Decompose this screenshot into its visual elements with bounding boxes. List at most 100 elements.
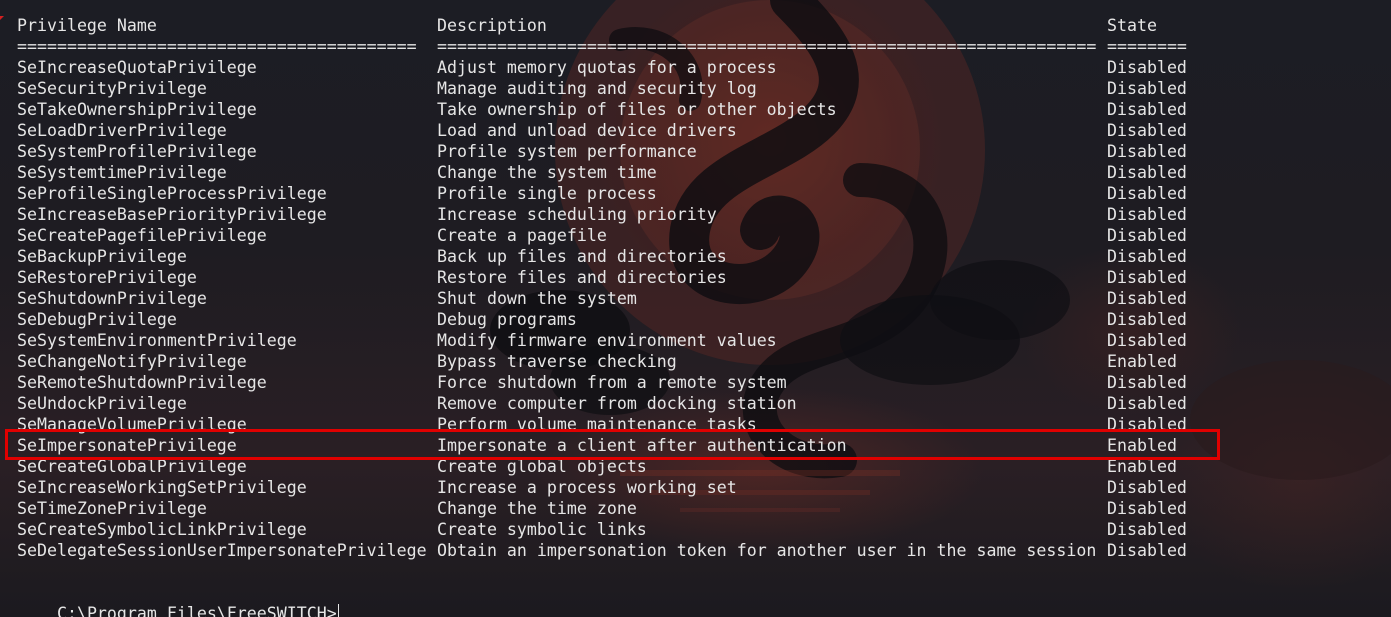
privilege-name: SeManageVolumePrivilege <box>17 415 247 434</box>
privilege-description: Create symbolic links <box>437 520 647 539</box>
corner-marker-icon <box>0 16 4 20</box>
privilege-name: SeDebugPrivilege <box>17 310 177 329</box>
privilege-description: Shut down the system <box>437 289 637 308</box>
table-row: SeCreateGlobalPrivilege Create global ob… <box>17 456 1177 477</box>
privilege-description: Create global objects <box>437 457 647 476</box>
privilege-state: Disabled <box>1107 331 1187 350</box>
privilege-state: Disabled <box>1107 394 1187 413</box>
privilege-state: Enabled <box>1107 352 1177 371</box>
privilege-name: SeBackupPrivilege <box>17 247 187 266</box>
privilege-name: SeLoadDriverPrivilege <box>17 121 227 140</box>
privilege-state: Enabled <box>1107 436 1177 455</box>
privilege-state: Disabled <box>1107 415 1187 434</box>
table-row: SeRemoteShutdownPrivilege Force shutdown… <box>17 372 1187 393</box>
privilege-state: Disabled <box>1107 163 1187 182</box>
header-state: State <box>1107 16 1157 35</box>
privilege-description: Profile single process <box>437 184 657 203</box>
privilege-name: SeCreateSymbolicLinkPrivilege <box>17 520 307 539</box>
privilege-description: Create a pagefile <box>437 226 607 245</box>
privilege-description: Debug programs <box>437 310 577 329</box>
command-prompt-line[interactable]: C:\Program Files\FreeSWITCH> <box>17 582 339 617</box>
table-row: SeDebugPrivilege Debug programs Disabled <box>17 309 1187 330</box>
privilege-state: Disabled <box>1107 268 1187 287</box>
privilege-description: Modify firmware environment values <box>437 331 777 350</box>
table-row: SeChangeNotifyPrivilege Bypass traverse … <box>17 351 1177 372</box>
table-row: SeProfileSingleProcessPrivilege Profile … <box>17 183 1187 204</box>
privilege-name: SeRemoteShutdownPrivilege <box>17 373 267 392</box>
table-row: SeRestorePrivilege Restore files and dir… <box>17 267 1187 288</box>
privilege-name: SeIncreaseWorkingSetPrivilege <box>17 478 307 497</box>
table-row: SeManageVolumePrivilege Perform volume m… <box>17 414 1187 435</box>
privilege-name: SeTakeOwnershipPrivilege <box>17 100 257 119</box>
privilege-description: Take ownership of files or other objects <box>437 100 837 119</box>
privilege-name: SeSystemtimePrivilege <box>17 163 227 182</box>
table-row: SeTimeZonePrivilege Change the time zone… <box>17 498 1187 519</box>
privilege-state: Disabled <box>1107 247 1187 266</box>
privilege-name: SeShutdownPrivilege <box>17 289 207 308</box>
table-row: SeDelegateSessionUserImpersonatePrivileg… <box>17 540 1187 561</box>
privilege-name: SeSecurityPrivilege <box>17 79 207 98</box>
separator-state: ======== <box>1107 37 1187 56</box>
table-row: SeBackupPrivilege Back up files and dire… <box>17 246 1187 267</box>
table-row: SeSystemtimePrivilege Change the system … <box>17 162 1187 183</box>
table-row: SeCreatePagefilePrivilege Create a pagef… <box>17 225 1187 246</box>
privilege-name: SeSystemEnvironmentPrivilege <box>17 331 297 350</box>
privilege-name: SeUndockPrivilege <box>17 394 187 413</box>
table-header-row: Privilege Name Description State <box>17 15 1157 36</box>
privilege-description: Manage auditing and security log <box>437 79 757 98</box>
privilege-state: Disabled <box>1107 79 1187 98</box>
table-row: SeLoadDriverPrivilege Load and unload de… <box>17 120 1187 141</box>
privilege-state: Disabled <box>1107 226 1187 245</box>
privilege-name: SeChangeNotifyPrivilege <box>17 352 247 371</box>
privilege-name: SeRestorePrivilege <box>17 268 197 287</box>
privilege-state: Disabled <box>1107 142 1187 161</box>
table-separator-row: ========================================… <box>17 36 1187 57</box>
table-row: SeShutdownPrivilege Shut down the system… <box>17 288 1187 309</box>
separator-description: ========================================… <box>437 37 1097 56</box>
privilege-description: Increase scheduling priority <box>437 205 717 224</box>
privilege-description: Increase a process working set <box>437 478 737 497</box>
text-cursor <box>337 604 339 617</box>
privilege-name: SeImpersonatePrivilege <box>17 436 237 455</box>
privilege-description: Back up files and directories <box>437 247 727 266</box>
privilege-state: Disabled <box>1107 100 1187 119</box>
privilege-state: Disabled <box>1107 121 1187 140</box>
privilege-name: SeIncreaseQuotaPrivilege <box>17 58 257 77</box>
separator-name: ======================================== <box>17 37 417 56</box>
privilege-state: Disabled <box>1107 478 1187 497</box>
privilege-description: Restore files and directories <box>437 268 727 287</box>
privilege-state: Disabled <box>1107 289 1187 308</box>
header-description: Description <box>437 16 547 35</box>
table-row: SeIncreaseQuotaPrivilege Adjust memory q… <box>17 57 1187 78</box>
privilege-state: Disabled <box>1107 541 1187 560</box>
privilege-name: SeIncreaseBasePriorityPrivilege <box>17 205 327 224</box>
privilege-description: Force shutdown from a remote system <box>437 373 787 392</box>
privilege-description: Change the time zone <box>437 499 637 518</box>
table-row: SeUndockPrivilege Remove computer from d… <box>17 393 1187 414</box>
table-row: SeSystemEnvironmentPrivilege Modify firm… <box>17 330 1187 351</box>
privilege-description: Obtain an impersonation token for anothe… <box>437 541 1097 560</box>
privilege-description: Load and unload device drivers <box>437 121 737 140</box>
table-row: SeIncreaseWorkingSetPrivilege Increase a… <box>17 477 1187 498</box>
privilege-name: SeDelegateSessionUserImpersonatePrivileg… <box>17 541 427 560</box>
table-row: SeIncreaseBasePriorityPrivilege Increase… <box>17 204 1187 225</box>
terminal-window[interactable]: Privilege Name Description State =======… <box>0 0 1391 617</box>
privilege-description: Adjust memory quotas for a process <box>437 58 777 77</box>
privilege-name: SeProfileSingleProcessPrivilege <box>17 184 327 203</box>
privilege-state: Disabled <box>1107 184 1187 203</box>
privilege-name: SeCreateGlobalPrivilege <box>17 457 247 476</box>
privilege-name: SeSystemProfilePrivilege <box>17 142 257 161</box>
privilege-description: Bypass traverse checking <box>437 352 677 371</box>
table-row: SeTakeOwnershipPrivilege Take ownership … <box>17 99 1187 120</box>
privilege-state: Disabled <box>1107 205 1187 224</box>
privilege-state: Disabled <box>1107 499 1187 518</box>
table-row: SeCreateSymbolicLinkPrivilege Create sym… <box>17 519 1187 540</box>
privilege-description: Profile system performance <box>437 142 697 161</box>
privilege-description: Remove computer from docking station <box>437 394 797 413</box>
privilege-description: Change the system time <box>437 163 657 182</box>
privilege-state: Disabled <box>1107 58 1187 77</box>
privilege-state: Enabled <box>1107 457 1177 476</box>
prompt-path: C:\Program Files\FreeSWITCH> <box>56 604 337 617</box>
privilege-description: Perform volume maintenance tasks <box>437 415 757 434</box>
privilege-state: Disabled <box>1107 520 1187 539</box>
